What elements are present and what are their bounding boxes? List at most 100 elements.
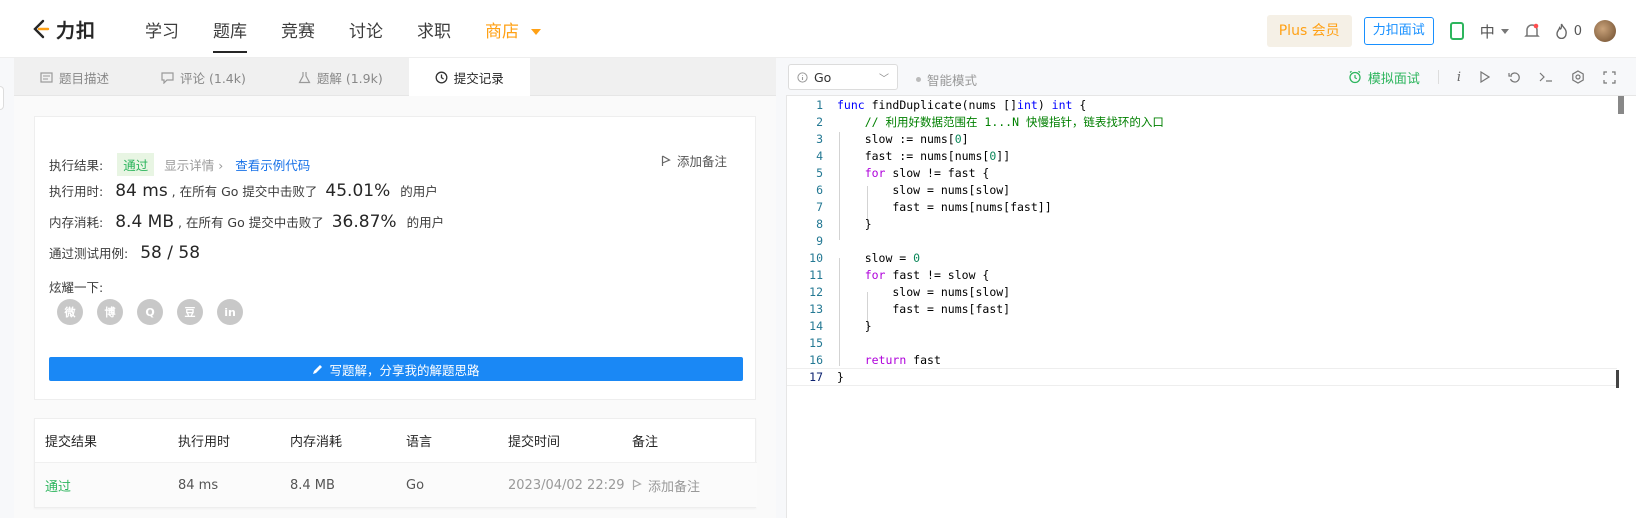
col-time: 提交时间 <box>508 435 561 450</box>
line-number: 16 <box>809 353 823 367</box>
table-row[interactable]: 通过 84 ms 8.4 MB Go 2023/04/02 22:29 添加备注 <box>35 463 757 507</box>
code-editor[interactable]: 1 func findDuplicate(nums []int) int { 2 … <box>786 96 1636 518</box>
nav-contest[interactable]: 竞赛 <box>264 0 332 58</box>
flag-icon <box>661 154 671 166</box>
notification-bell-icon[interactable] <box>1521 20 1543 42</box>
line-number: 17 <box>809 370 823 384</box>
write-solution-button[interactable]: 写题解，分享我的解题思路 <box>49 357 743 381</box>
divider <box>1437 70 1439 84</box>
fire-icon <box>1556 23 1567 39</box>
terminal-icon[interactable] <box>1539 71 1553 83</box>
runtime-beat-text: , 在所有 Go 提交中击败了 <box>171 184 318 199</box>
code-text: // 利用好数据范围在 1...N 快慢指针，链表找环的入口 <box>864 115 1164 129</box>
mobile-app-icon[interactable] <box>1446 20 1468 42</box>
smart-mode-label: 智能模式 <box>927 73 978 88</box>
code-line: 3 slow := nums[0] <box>787 130 1617 148</box>
settings-icon[interactable] <box>1571 70 1585 84</box>
add-note-button[interactable]: 添加备注 <box>661 151 727 170</box>
code-line: 15 <box>787 334 1617 352</box>
memory-label: 内存消耗: <box>49 215 104 230</box>
view-example-code-link[interactable]: 查看示例代码 <box>235 155 310 174</box>
code-line: 6 slow = nums[slow] <box>787 181 1617 199</box>
mock-interview-button[interactable]: 力扣面试 <box>1363 17 1434 45</box>
weibo-icon[interactable]: 博 <box>97 299 123 325</box>
user-avatar[interactable] <box>1594 20 1616 42</box>
result-row: 执行结果: 通过 显示详情 › 查看示例代码 <box>49 153 310 176</box>
editor-scrollbar[interactable] <box>1618 96 1624 114</box>
alarm-clock-icon <box>1349 70 1361 84</box>
submission-table: 提交结果 执行用时 内存消耗 语言 提交时间 备注 通过 84 ms 8.4 M… <box>34 418 757 508</box>
memory-row: 内存消耗: 8.4 MB , 在所有 Go 提交中击败了 36.87% 的用户 <box>49 212 444 232</box>
code-line: 9 <box>787 232 1617 250</box>
code-text: for fast != slow { <box>864 268 990 282</box>
clock-icon <box>435 71 448 83</box>
linkedin-icon[interactable]: in <box>217 299 243 325</box>
testcases-label: 通过测试用例: <box>49 246 129 261</box>
result-card: 执行结果: 通过 显示详情 › 查看示例代码 添加备注 执行用时: 84 ms … <box>34 116 756 400</box>
tab-solutions[interactable]: 题解 (1.9k) <box>272 58 409 96</box>
code-line: 8 } <box>787 215 1617 233</box>
nav-jobs[interactable]: 求职 <box>400 0 468 58</box>
col-memory: 内存消耗 <box>290 435 343 450</box>
memory-value: 8.4 MB <box>115 212 174 232</box>
chevron-down-icon: ﹀ <box>879 73 889 85</box>
submission-panel: 执行结果: 通过 显示详情 › 查看示例代码 添加备注 执行用时: 84 ms … <box>14 96 776 518</box>
line-number: 5 <box>816 166 823 180</box>
douban-icon[interactable]: 豆 <box>177 299 203 325</box>
code-text: slow := nums[0] <box>837 132 969 146</box>
col-runtime: 执行用时 <box>178 435 231 450</box>
tab-comments[interactable]: 评论 (1.4k) <box>135 58 272 96</box>
wechat-icon[interactable]: 微 <box>57 299 83 325</box>
code-line: 5 for slow != fast { <box>787 164 1617 182</box>
line-number: 1 <box>816 98 823 112</box>
plus-member-button[interactable]: Plus 会员 <box>1266 15 1352 47</box>
code-line: 16 return fast <box>787 351 1617 369</box>
nav-shop[interactable]: 商店 <box>468 0 558 58</box>
row-add-note[interactable]: 添加备注 <box>632 476 700 495</box>
mock-interview-toggle[interactable]: 模拟面试 <box>1348 68 1420 87</box>
code-text: func findDuplicate(nums []int) int { <box>837 98 1087 112</box>
problem-tabs: 题目描述 评论 (1.4k) 题解 (1.9k) 提交记录 <box>14 58 776 96</box>
code-line: 2 // 利用好数据范围在 1...N 快慢指针，链表找环的入口 <box>787 113 1617 131</box>
language-selector[interactable]: 中 <box>1480 21 1509 42</box>
points-counter[interactable]: 0 <box>1555 23 1582 39</box>
status-dot-icon <box>916 77 921 82</box>
tab-label: 提交记录 <box>453 70 504 86</box>
runtime-value: 84 ms <box>115 181 168 201</box>
nav-learn[interactable]: 学习 <box>128 0 196 58</box>
share-icons: 微 博 Q 豆 in <box>57 299 243 325</box>
tab-label: 题目描述 <box>59 70 110 86</box>
run-icon[interactable] <box>1479 71 1490 83</box>
line-number: 4 <box>816 149 823 163</box>
code-line: 4 fast := nums[nums[0]] <box>787 147 1617 165</box>
result-label: 执行结果: <box>49 158 104 173</box>
reset-icon[interactable] <box>1508 71 1521 84</box>
info-italic-icon[interactable]: i <box>1457 70 1461 85</box>
code-language-select[interactable]: Go ﹀ <box>788 64 898 90</box>
code-text: } <box>837 217 872 231</box>
side-collapse-handle[interactable] <box>0 86 4 110</box>
memory-percent: 36.87% <box>331 212 397 232</box>
nav-problemset[interactable]: 题库 <box>196 0 264 58</box>
nav-discuss[interactable]: 讨论 <box>332 0 400 58</box>
caret-down-icon <box>1500 28 1509 34</box>
code-text: slow = nums[slow] <box>837 183 1011 197</box>
memory-tail: 的用户 <box>406 215 445 230</box>
code-line: 14 } <box>787 317 1617 335</box>
user-nav: Plus 会员 力扣面试 中 0 <box>1266 15 1616 47</box>
row-result[interactable]: 通过 <box>45 476 71 495</box>
fullscreen-icon[interactable] <box>1603 70 1616 84</box>
leetcode-logo[interactable]: 力扣 <box>30 16 96 42</box>
show-details-link[interactable]: 显示详情 › <box>164 155 223 174</box>
line-number: 10 <box>809 251 823 265</box>
smart-mode-toggle[interactable]: 智能模式 <box>916 70 977 89</box>
line-number: 14 <box>809 319 823 333</box>
code-line: 12 slow = nums[slow] <box>787 283 1617 301</box>
mock-interview-label: 模拟面试 <box>1367 71 1420 87</box>
qq-icon[interactable]: Q <box>137 299 163 325</box>
logo-text: 力扣 <box>56 19 97 42</box>
tab-submissions[interactable]: 提交记录 <box>408 58 530 96</box>
row-memory: 8.4 MB <box>290 477 335 493</box>
code-text: } <box>837 370 844 384</box>
tab-description[interactable]: 题目描述 <box>14 58 135 96</box>
